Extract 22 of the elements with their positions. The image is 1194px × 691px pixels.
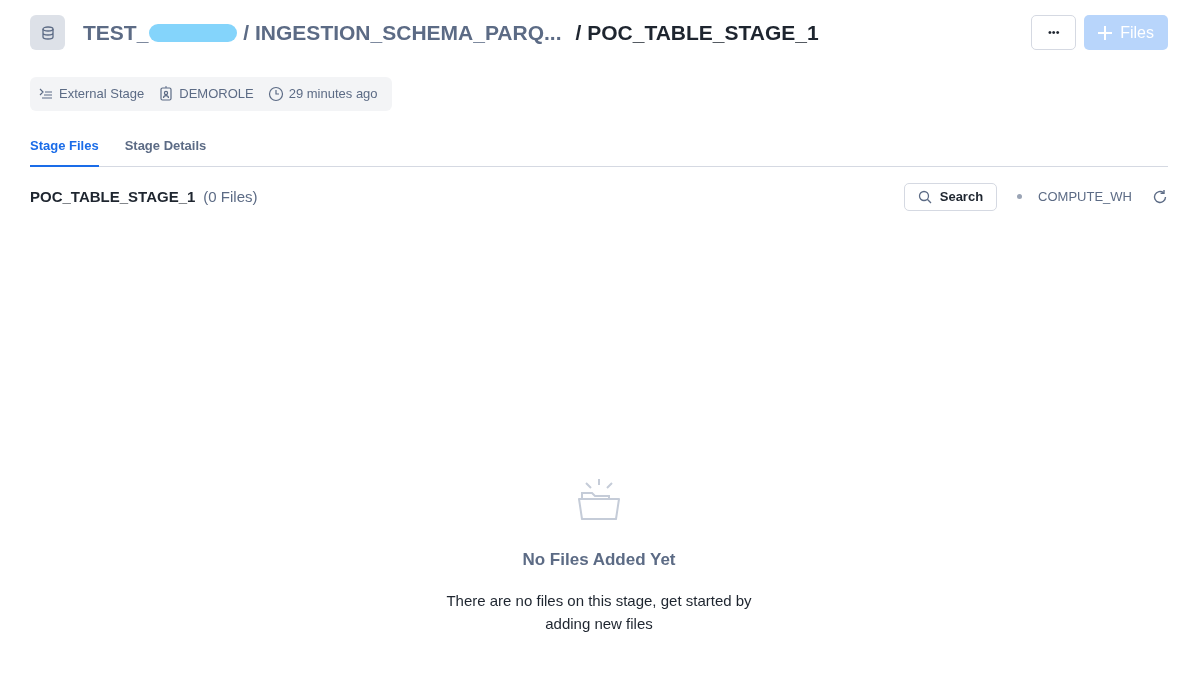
breadcrumb-current: / POC_TABLE_STAGE_1: [575, 19, 819, 46]
tab[interactable]: Stage Details: [124, 127, 207, 167]
clock-icon: [267, 85, 284, 102]
tab[interactable]: Stage Files: [30, 127, 99, 167]
meta-label: External Stage: [59, 85, 145, 103]
empty-message: There are no files on this stage, get started by adding new files: [445, 591, 753, 634]
more-button[interactable]: •••: [1031, 15, 1077, 50]
meta-label: 29 minutes ago: [288, 85, 378, 103]
breadcrumb-link[interactable]: / INGESTION_SCHEMA_PARQ...: [243, 16, 562, 49]
search-icon: [917, 189, 932, 204]
database-icon: [30, 15, 65, 50]
search-button[interactable]: Search: [903, 183, 998, 211]
status-dot-icon: [1017, 194, 1023, 200]
breadcrumb-link[interactable]: TEST_: [83, 16, 149, 49]
empty-title: No Files Added Yet: [522, 548, 676, 571]
stage-title: POC_TABLE_STAGE_1: [30, 186, 196, 207]
badge-icon: [158, 85, 175, 102]
refresh-icon[interactable]: [1152, 188, 1168, 205]
file-count: (0 Files): [203, 186, 258, 207]
warehouse-name[interactable]: COMPUTE_WH: [1038, 187, 1132, 207]
meta-label: DEMOROLE: [179, 85, 254, 103]
plus-icon: [1098, 25, 1113, 40]
